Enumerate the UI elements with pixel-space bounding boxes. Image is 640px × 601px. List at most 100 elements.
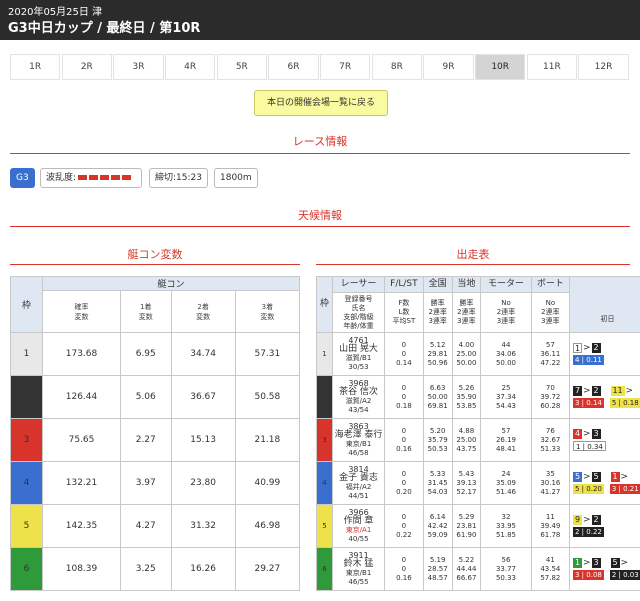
entry-nat: 5.12 29.81 50.96	[422, 332, 453, 376]
wave-bar	[100, 175, 110, 180]
table-row: 5 3966 作間 章東京/A1 40/55 0 0 0.22 6.14 42.42 59.09 5…	[316, 504, 640, 548]
entry-sub-header: 勝率 2連率 3連率	[422, 292, 453, 333]
entry-value: 4.00	[458, 340, 475, 349]
result-chip: 2	[591, 386, 601, 396]
tab-4r[interactable]: 4R	[165, 54, 216, 80]
entry-value: 0	[401, 383, 407, 392]
racer-cell[interactable]: 3863 海老澤 泰行 東京/B1 46/58	[332, 418, 385, 462]
tab-6r[interactable]: 6R	[268, 54, 319, 80]
entry-value: 0	[401, 349, 407, 358]
kyotei-con-group-header: 艇コン	[42, 276, 300, 291]
wave-bar	[111, 175, 121, 180]
entry-value: 0	[401, 435, 407, 444]
racer-name: 作間 章	[343, 516, 374, 526]
course-chip: 1	[573, 558, 582, 568]
entry-value: 54.43	[495, 401, 516, 410]
course-st-chip: 5 | 0.20	[573, 484, 604, 494]
racer-cell[interactable]: 3911 鈴木 猛東京/B1 46/55	[332, 547, 385, 591]
tab-3r[interactable]: 3R	[113, 54, 164, 80]
racer-name: 鈴木 猛	[343, 559, 374, 569]
result-chip: 3	[591, 429, 601, 439]
kyotei-con-value: 142.35	[42, 504, 121, 548]
racer-cell[interactable]: 3966 作間 章東京/A1 40/55	[332, 504, 385, 548]
entry-value: 0	[401, 512, 407, 521]
frame-number: 6	[316, 547, 333, 591]
entry-value: 35.79	[427, 435, 448, 444]
racer-cell[interactable]: 4761 山田 晃大 滋賀/B1 30/53	[332, 332, 385, 376]
tab-8r[interactable]: 8R	[371, 54, 422, 80]
entry-value: 0.20	[396, 487, 412, 496]
course-chip: 7	[573, 386, 582, 396]
entry-value: 30.16	[540, 478, 561, 487]
arrow-glyph: >	[583, 385, 591, 396]
tab-12r[interactable]: 12R	[578, 54, 629, 80]
kyotei-con-value: 57.31	[234, 332, 301, 376]
frame-number: 2	[316, 375, 333, 419]
entry-value: 5.29	[458, 512, 475, 521]
tab-1r[interactable]: 1R	[10, 54, 61, 80]
result-chip: 5	[591, 472, 601, 482]
kyotei-con-value: 3.25	[120, 547, 172, 591]
entry-nat: 5.20 35.79 50.53	[422, 418, 453, 462]
day-result-line: 7 >2 11 >	[573, 386, 640, 396]
racer-cell[interactable]: 3968 茶谷 信次 滋賀/A2 43/54	[332, 375, 385, 419]
entry-value: 50.00	[495, 358, 516, 367]
tab-5r[interactable]: 5R	[216, 54, 267, 80]
entry-value: 37.34	[495, 392, 516, 401]
tab-7r[interactable]: 7R	[320, 54, 371, 80]
entry-table: 枠レーサー F/L/ST 全国 当地 モーター ボート 初日 登録番号 氏名 支部/階級 年齢/体重…	[316, 276, 640, 591]
course-st-chip: 2 | 0.03	[609, 570, 640, 580]
result-chip: 2	[591, 343, 601, 353]
table-row: 6 108.39 3.25 16.26 29.27	[10, 547, 301, 591]
day-col-header: 初日	[569, 276, 640, 333]
entry-value: 44.44	[456, 564, 477, 573]
tab-9r[interactable]: 9R	[423, 54, 474, 80]
race-info-heading: レース情報	[292, 135, 348, 148]
wave-meter: 波乱度:	[40, 168, 142, 188]
kyotei-con-col-header: 確率 変数	[42, 290, 121, 333]
course-chip: 5	[573, 472, 582, 482]
kyotei-con-value: 173.68	[42, 332, 121, 376]
racer-branch: 滋賀/A2	[345, 397, 372, 405]
table-row: 1 4761 山田 晃大 滋賀/B1 30/53 0 0 0.14 5.12 29.81 50.96…	[316, 332, 640, 376]
day-result-line: 9 >2	[573, 515, 640, 525]
racer-branch: 福井/A2	[345, 483, 372, 491]
entry-fl: 0 0 0.18	[384, 375, 424, 419]
entry-col-header: 枠	[316, 276, 333, 333]
entry-sub-header: No 2連率 3連率	[530, 292, 571, 333]
course-st-chip: 2 | 0.22	[573, 527, 604, 537]
racer-cell[interactable]: 3814 金子 貴志 福井/A2 44/51	[332, 461, 385, 505]
kyotei-con-col-header: 2着 変数	[170, 290, 236, 333]
tab-2r[interactable]: 2R	[61, 54, 112, 80]
wave-bar	[89, 175, 99, 180]
entry-value: 41	[545, 555, 555, 564]
entry-loc: 5.22 44.44 66.67	[451, 547, 482, 591]
table-row: 2 3968 茶谷 信次 滋賀/A2 43/54 0 0 0.18 6.63 50.00 69.81…	[316, 375, 640, 419]
entry-value: 59.09	[427, 530, 448, 539]
result-chip: 3	[591, 558, 601, 568]
entry-value: 0	[401, 392, 407, 401]
entry-value: 5.19	[429, 555, 446, 564]
back-to-venues-button[interactable]: 本日の開催会場一覧に戻る	[254, 90, 388, 116]
table-row: 4 132.21 3.97 23.80 40.99	[10, 461, 301, 505]
kyotei-con-col-header: 3着 変数	[234, 290, 301, 333]
day-result: 1 >2 4 | 0.11	[569, 332, 640, 376]
frame-number: 3	[10, 418, 43, 462]
entry-value: 51.85	[495, 530, 516, 539]
entry-value: 53.85	[456, 401, 477, 410]
arrow-glyph: >	[583, 471, 591, 482]
entry-value: 0	[401, 340, 407, 349]
course-chip: 11	[610, 386, 625, 396]
wave-bar	[122, 175, 132, 180]
entry-motor: 25 37.34 54.43	[480, 375, 532, 419]
entry-value: 0.16	[396, 573, 412, 582]
entry-value: 51.46	[495, 487, 516, 496]
tab-10r[interactable]: 10R	[475, 54, 526, 80]
tab-11r[interactable]: 11R	[526, 54, 577, 80]
table-row: 3 75.65 2.27 15.13 21.18	[10, 418, 301, 462]
entry-boat: 41 43.54 57.82	[530, 547, 571, 591]
entry-loc: 5.43 39.13 52.17	[451, 461, 482, 505]
entry-col-header: ボート	[530, 276, 571, 293]
race-tabs: 1R 2R 3R 4R 5R 6R 7R 8R 9R 10R 11R 12R	[10, 54, 630, 80]
course-st-chip: 3 | 0.08	[573, 570, 604, 580]
